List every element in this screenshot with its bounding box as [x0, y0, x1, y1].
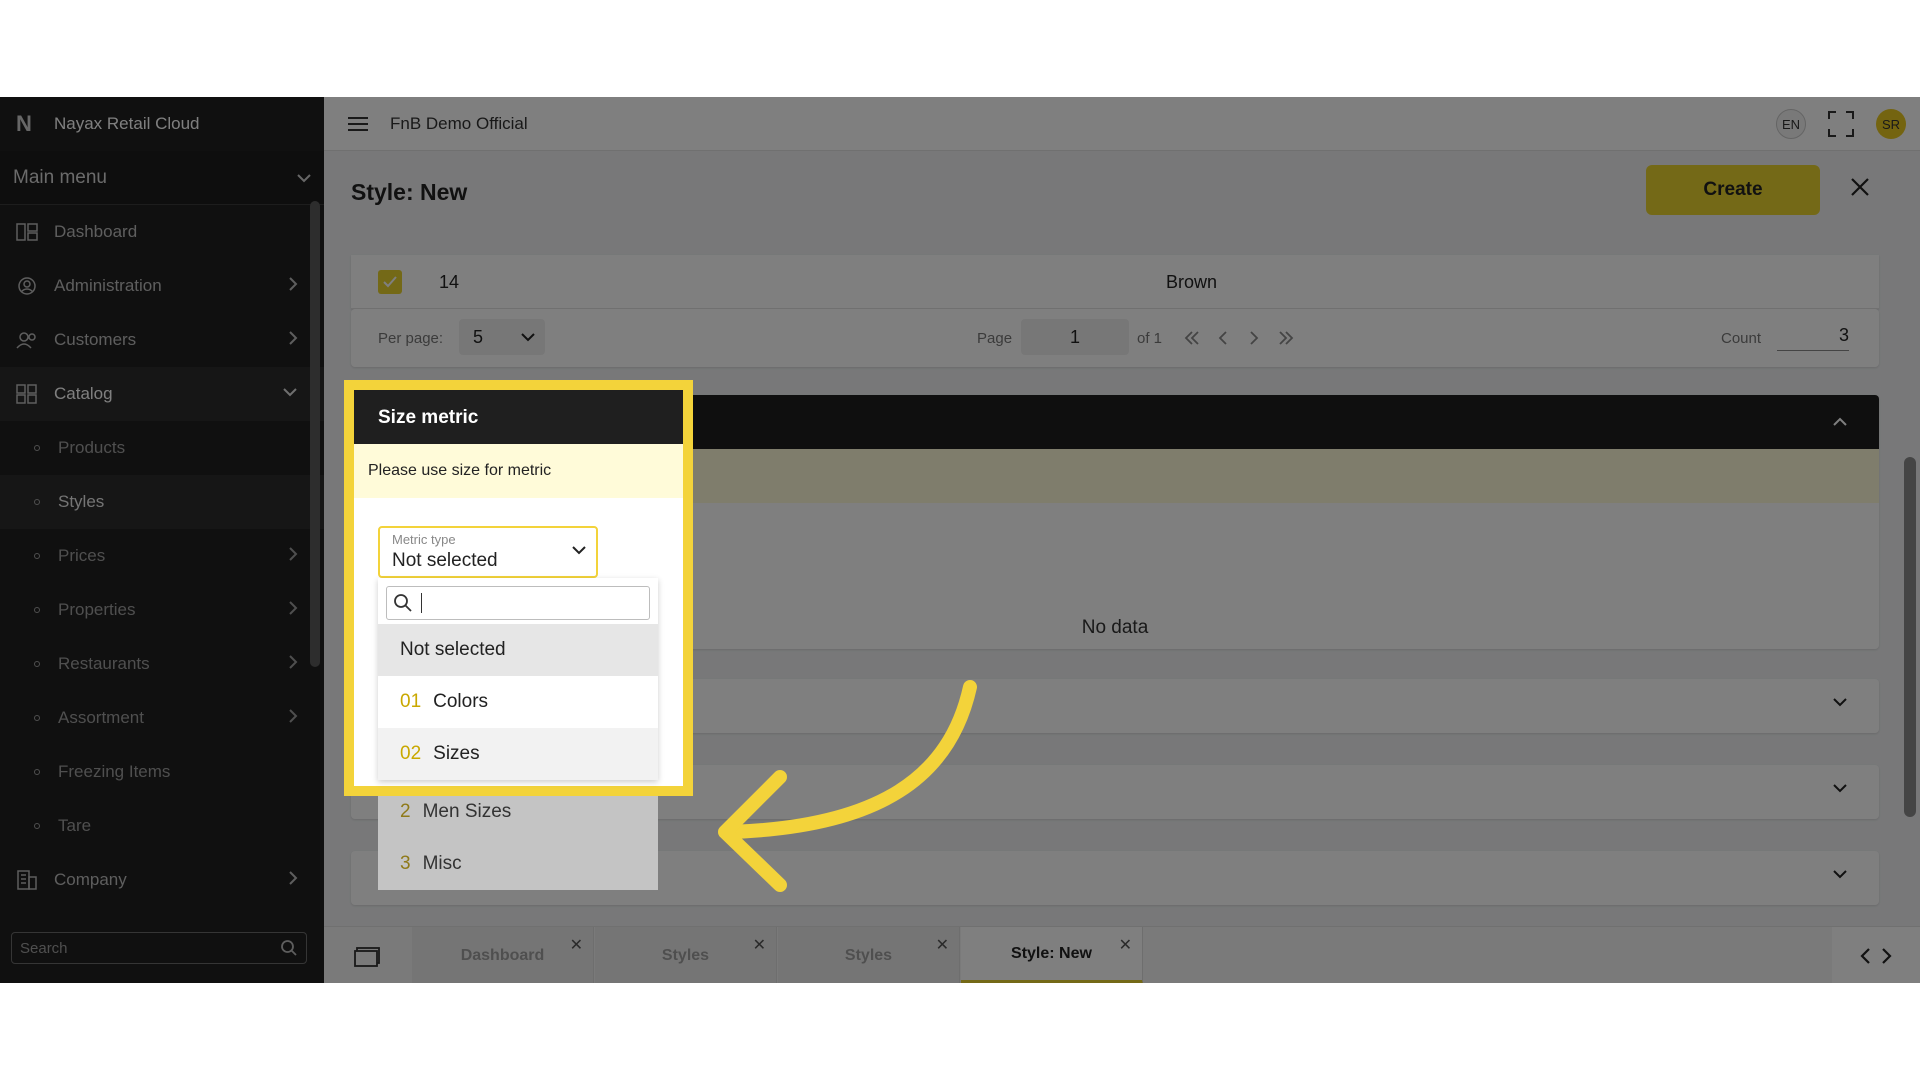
metric-type-caption: Metric type	[392, 532, 456, 547]
metric-type-select[interactable]: Metric type Not selected	[378, 526, 598, 578]
size-metric-title: Size metric	[354, 390, 683, 444]
dropdown-option-sizes[interactable]: 02 Sizes	[378, 728, 658, 780]
metric-type-value: Not selected	[392, 550, 498, 571]
search-icon	[394, 594, 412, 612]
dropdown-option-misc[interactable]: 3 Misc	[378, 838, 658, 890]
dropdown-option-not-selected[interactable]: Not selected	[378, 624, 658, 676]
dropdown-option-colors[interactable]: 01 Colors	[378, 676, 658, 728]
app-window: N Nayax Retail Cloud Main menu Dashboard…	[0, 97, 1920, 983]
metric-type-dropdown: Not selected 01 Colors 02 Sizes	[378, 578, 658, 780]
option-label: Misc	[422, 853, 462, 874]
option-code: 2	[400, 801, 411, 822]
option-label: Colors	[433, 691, 489, 712]
text-caret	[421, 593, 422, 613]
dropdown-search-input[interactable]	[386, 586, 650, 620]
option-label: Sizes	[433, 743, 480, 764]
curved-arrow-icon	[718, 680, 977, 892]
option-code: 01	[400, 691, 422, 712]
option-label: Not selected	[400, 639, 506, 660]
dropdown-overflow: 2 Men Sizes 3 Misc	[378, 786, 658, 890]
highlight-frame: Size metric Please use size for metric M…	[344, 380, 693, 796]
chevron-down-icon	[572, 546, 586, 555]
option-label: Men Sizes	[422, 801, 512, 822]
option-code: 3	[400, 853, 411, 874]
option-code: 02	[400, 743, 422, 764]
size-metric-info: Please use size for metric	[354, 444, 683, 498]
